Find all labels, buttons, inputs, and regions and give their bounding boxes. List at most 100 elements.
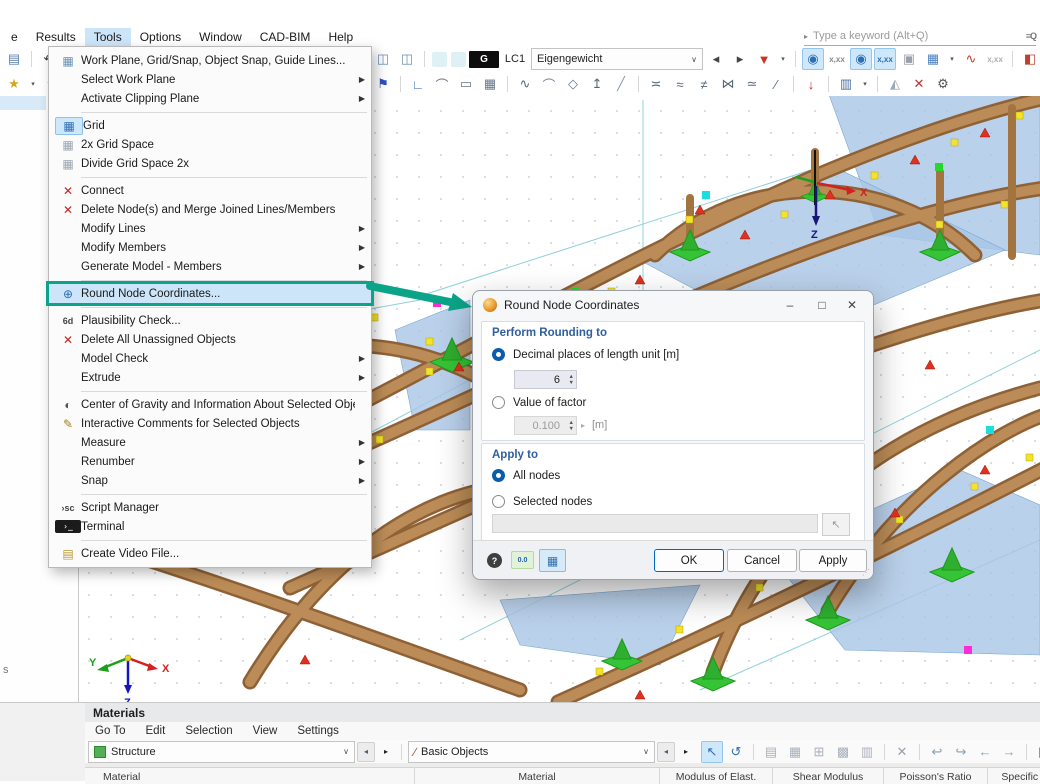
row-insert-icon[interactable]: ↩ (926, 741, 948, 763)
left-panel-tab[interactable] (0, 96, 46, 110)
menu-item-terminal[interactable]: ›_ Terminal (49, 517, 371, 536)
menu-item-plausibility-check[interactable]: 6d Plausibility Check... (49, 311, 371, 330)
menu-tools[interactable]: Tools (85, 28, 131, 46)
line-curve-icon[interactable]: ∿ (514, 73, 536, 95)
clipping-plane-icon[interactable]: ⌒ (431, 73, 453, 95)
values-off-icon[interactable]: x,xx (984, 48, 1006, 70)
menu-item-select-work-plane[interactable]: Select Work Plane ▶ (49, 70, 371, 89)
category-prev-button[interactable]: ◂ (657, 742, 675, 762)
new-model-icon[interactable]: ★ (3, 73, 25, 95)
maximize-button[interactable]: □ (807, 295, 837, 315)
menu-item-script-manager[interactable]: ›sc Script Manager (49, 498, 371, 517)
camera-settings-icon[interactable]: ⚙ (932, 73, 954, 95)
category-next-button[interactable]: ▸ (677, 742, 695, 762)
decimal-places-radio[interactable] (492, 348, 505, 361)
chevron-right-icon[interactable]: ▸ (804, 32, 808, 41)
col-right-icon[interactable]: → (998, 741, 1020, 763)
video-frames-icon[interactable]: ▦ (479, 73, 501, 95)
member-release-icon[interactable]: ≈ (669, 73, 691, 95)
table-category-combo[interactable]: ∕ Basic Objects ∨ (408, 741, 655, 763)
paste-window2-icon[interactable]: ◫ (396, 48, 418, 70)
clipping-box-icon[interactable]: ▭ (455, 73, 477, 95)
menu-item-interactive-comments[interactable]: ✎ Interactive Comments for Selected Obje… (49, 414, 371, 433)
result-values-icon[interactable]: x,xx (826, 48, 848, 70)
member-slope-icon[interactable]: ∕ (765, 73, 787, 95)
new-table-icon[interactable]: ▤ (3, 48, 25, 70)
row-delete-icon[interactable]: ↪ (950, 741, 972, 763)
units-settings-button[interactable]: 0.0 (511, 551, 534, 569)
col-poissons-ratio[interactable]: Poisson's Ratio (884, 768, 988, 784)
menu-item-grid[interactable]: ▦ Grid (49, 116, 371, 135)
menu-item-delete-all-unassigned[interactable]: ✕ Delete All Unassigned Objects (49, 330, 371, 349)
all-nodes-radio-row[interactable]: All nodes (492, 469, 560, 482)
show-results-icon[interactable]: ◉ (802, 48, 824, 70)
load-arrow-icon[interactable]: ↓ (800, 73, 822, 95)
member-eccentricity-icon[interactable]: ≠ (693, 73, 715, 95)
menu-options[interactable]: Options (131, 28, 190, 46)
minimize-button[interactable]: – (775, 295, 805, 315)
visibility-box2-icon[interactable]: ▫ (451, 52, 466, 67)
menu-window[interactable]: Window (190, 28, 251, 46)
window-layout-icon[interactable]: ▣ (1033, 741, 1040, 763)
work-plane-icon[interactable]: ∟ (407, 73, 429, 95)
menu-item-extrude[interactable]: Extrude ▶ (49, 368, 371, 387)
menu-item-round-node-coordinates[interactable]: ⊕ Round Node Coordinates... (49, 284, 371, 303)
ok-button[interactable]: OK (654, 549, 724, 572)
render-model-icon[interactable]: ▣ (898, 48, 920, 70)
loadcase-type-badge[interactable]: G (469, 51, 499, 68)
selected-nodes-radio[interactable] (492, 495, 505, 508)
apply-button[interactable]: Apply (799, 549, 867, 572)
value-of-factor-radio[interactable] (492, 396, 505, 409)
decimal-places-spinner[interactable]: 6 ▲▼ (514, 370, 577, 389)
resize-grip[interactable]: ⋰ (862, 568, 870, 577)
delete-selected-icon[interactable]: ✕ (908, 73, 930, 95)
col-modulus[interactable]: Modulus of Elast. (660, 768, 773, 784)
value-of-factor-radio-row[interactable]: Value of factor (492, 396, 586, 409)
select-pointer-icon[interactable]: ↖ (701, 741, 723, 763)
panel-menu-edit[interactable]: Edit (135, 725, 175, 737)
pointer-flag-icon[interactable]: ⚑ (372, 73, 394, 95)
table-filter-icon[interactable]: ▩ (832, 741, 854, 763)
search-input[interactable] (811, 29, 1026, 43)
paste-window-icon[interactable]: ◫ (372, 48, 394, 70)
materials-panel-title[interactable]: Materials (85, 703, 1040, 723)
menu-item-snap[interactable]: Snap ▶ (49, 471, 371, 490)
menu-item-2x-grid-space[interactable]: ▦ 2x Grid Space (49, 135, 371, 154)
panel-menu-view[interactable]: View (243, 725, 288, 737)
result-diagram-icon[interactable]: ∿ (960, 48, 982, 70)
show-deformation-icon[interactable]: ◉ (850, 48, 872, 70)
menu-results[interactable]: Results (27, 28, 85, 46)
loadcase-combo[interactable]: Eigengewicht ∨ (531, 48, 703, 70)
col-material-left[interactable]: Material (85, 768, 415, 784)
loadcase-id-label[interactable]: LC1 (501, 48, 529, 70)
table-insert-icon[interactable]: ⊞ (808, 741, 830, 763)
menu-item-renumber[interactable]: Renumber ▶ (49, 452, 371, 471)
table-view-icon[interactable]: ▤ (760, 741, 782, 763)
menu-item-delete-nodes-merge[interactable]: ✕ Delete Node(s) and Merge Joined Lines/… (49, 200, 371, 219)
menu-file-partial[interactable]: e (2, 28, 27, 46)
node-raise-icon[interactable]: ↥ (586, 73, 608, 95)
filter-loadcase-icon[interactable]: ▼ (753, 48, 775, 70)
new-model-dropdown-icon[interactable]: ▾ (27, 73, 39, 95)
menu-item-modify-lines[interactable]: Modify Lines ▶ (49, 219, 371, 238)
menu-item-activate-clipping-plane[interactable]: Activate Clipping Plane ▶ (49, 89, 371, 108)
menu-item-divide-grid-space-2x[interactable]: ▦ Divide Grid Space 2x (49, 154, 371, 173)
table-dropdown-icon[interactable]: ▾ (946, 48, 958, 70)
search-icon[interactable]: ≡Q (1026, 31, 1036, 41)
menu-item-measure[interactable]: Measure ▶ (49, 433, 371, 452)
display-properties-button[interactable]: ▦ (539, 549, 566, 572)
table-group-combo[interactable]: Structure ∨ (88, 741, 355, 763)
table-edit-icon[interactable]: ▦ (784, 741, 806, 763)
menu-item-model-check[interactable]: Model Check ▶ (49, 349, 371, 368)
pick-nodes-button[interactable]: ↖ (822, 513, 850, 536)
cancel-button[interactable]: Cancel (727, 549, 797, 572)
decimal-places-radio-row[interactable]: Decimal places of length unit [m] (492, 348, 679, 361)
spinner-arrows-icon[interactable]: ▲▼ (569, 371, 574, 388)
help-button[interactable]: ? (481, 549, 508, 572)
next-loadcase-button[interactable]: ▸ (729, 48, 751, 70)
menu-item-generate-model-members[interactable]: Generate Model - Members ▶ (49, 257, 371, 276)
select-lasso-icon[interactable]: ↺ (725, 741, 747, 763)
panel-menu-settings[interactable]: Settings (287, 725, 349, 737)
menu-item-connect[interactable]: ✕ Connect (49, 181, 371, 200)
selected-nodes-radio-row[interactable]: Selected nodes (492, 495, 592, 508)
